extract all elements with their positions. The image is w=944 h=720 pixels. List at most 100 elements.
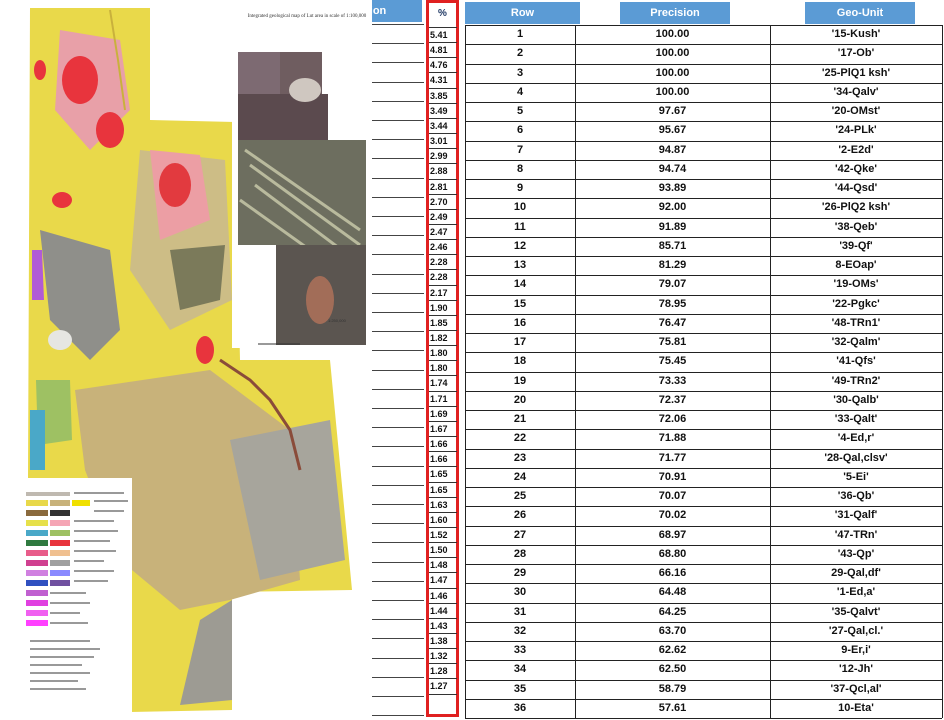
geo-unit-cell: '34-Qalv' bbox=[833, 85, 879, 98]
percent-column: % 5.41 4.81 4.76 4.31 3.85 3.49 3.44 3.01 2.99 2.… bbox=[426, 0, 459, 717]
precision-cell: 68.97 bbox=[658, 528, 687, 541]
row-number-cell: 36 bbox=[513, 701, 527, 714]
percent-cell: 2.46 bbox=[429, 239, 457, 255]
row-number-cell: 29 bbox=[513, 567, 527, 579]
precision-cell: 64.25 bbox=[658, 605, 687, 618]
cropped-row-line bbox=[372, 542, 424, 544]
geo-unit-cell: '19-OMs' bbox=[833, 278, 879, 291]
geological-map-panel: Integrated geological map of Lut area in… bbox=[0, 0, 372, 720]
table-grid-line bbox=[942, 25, 943, 718]
percent-cell: 1.66 bbox=[429, 436, 457, 452]
geo-unit-column-header: Geo-Unit bbox=[805, 2, 915, 24]
geo-unit-cell: '33-Qalt' bbox=[834, 413, 878, 425]
percent-cell-empty bbox=[429, 693, 457, 710]
cropped-row-line bbox=[372, 523, 424, 525]
geo-unit-cell: '28-Qal,clsv' bbox=[824, 451, 888, 464]
cropped-row-line bbox=[372, 312, 424, 313]
row-number-cell: 20 bbox=[513, 393, 527, 406]
geo-unit-cell: '17-Ob' bbox=[837, 47, 875, 60]
geo-unit-cell: '31-Qalf' bbox=[834, 509, 878, 522]
cropped-row-line bbox=[372, 600, 424, 601]
geo-unit-cell: '42-Qke' bbox=[835, 162, 877, 175]
percent-cell: 4.31 bbox=[429, 72, 457, 88]
row-number-cell: 3 bbox=[516, 66, 524, 79]
row-number-cell: 2 bbox=[516, 47, 524, 60]
geo-unit-cell: '5-Ei' bbox=[843, 470, 869, 483]
precision-cell: 72.37 bbox=[658, 393, 687, 406]
percent-cell: 1.47 bbox=[429, 572, 457, 588]
precision-cell: 78.95 bbox=[658, 297, 687, 310]
percent-cell: 1.48 bbox=[429, 557, 457, 573]
row-number-cell: 26 bbox=[513, 509, 527, 522]
percent-cell: 1.32 bbox=[429, 648, 457, 664]
geo-unit-cell: 8-EOap' bbox=[835, 259, 877, 271]
row-number-cell: 1 bbox=[516, 28, 524, 40]
cropped-row-line bbox=[372, 561, 424, 563]
precision-cell: 94.74 bbox=[658, 162, 687, 175]
cropped-row-line bbox=[372, 484, 424, 486]
precision-cell: 70.91 bbox=[658, 470, 687, 483]
geo-unit-cell: '39-Qf' bbox=[839, 239, 873, 252]
geo-unit-cell: '47-TRn' bbox=[834, 528, 878, 541]
geo-unit-cell: '30-Qalb' bbox=[833, 393, 879, 406]
precision-table: Row Precision Geo-Unit 1 100.00 '15-Kush' 2… bbox=[465, 0, 944, 720]
row-number-cell: 30 bbox=[513, 586, 527, 599]
row-number-cell: 31 bbox=[513, 605, 527, 618]
precision-cell: 100.00 bbox=[655, 85, 690, 98]
percent-cell: 1.67 bbox=[429, 420, 457, 437]
geo-unit-cell: '36-Qb' bbox=[837, 490, 875, 502]
cropped-row-line bbox=[372, 235, 424, 237]
cropped-row-line bbox=[372, 504, 424, 505]
percent-cell: 1.69 bbox=[429, 405, 457, 422]
row-number-cell: 7 bbox=[516, 143, 524, 156]
row-number-cell: 34 bbox=[513, 663, 527, 676]
percent-cell: 1.80 bbox=[429, 345, 457, 361]
precision-cell: 57.61 bbox=[658, 701, 687, 714]
precision-cell: 91.89 bbox=[658, 220, 687, 233]
precision-cell: 70.02 bbox=[658, 509, 687, 522]
row-number-cell: 10 bbox=[513, 201, 527, 214]
geo-unit-cell: 10-Eta' bbox=[838, 701, 874, 714]
geo-unit-cell: '48-TRn1' bbox=[831, 316, 881, 329]
percent-cell: 2.88 bbox=[429, 163, 457, 179]
percent-cell: 1.60 bbox=[429, 511, 457, 528]
percent-cell: 1.52 bbox=[429, 526, 457, 543]
percent-cell: 1.63 bbox=[429, 496, 457, 513]
map-title: Integrated geological map of Lut area in… bbox=[247, 14, 367, 19]
geo-unit-cell: '49-TRn2' bbox=[831, 374, 881, 387]
precision-cell: 93.89 bbox=[658, 182, 687, 194]
geo-unit-cell: '44-Qsd' bbox=[834, 182, 878, 194]
cropped-row-line bbox=[372, 638, 424, 640]
geo-unit-cell: '37-Qcl,al' bbox=[830, 682, 882, 695]
row-number-cell: 12 bbox=[513, 239, 527, 252]
row-number-cell: 5 bbox=[516, 105, 524, 117]
cropped-row-line bbox=[372, 580, 424, 582]
geological-map-image bbox=[20, 8, 370, 718]
percent-cell: 5.41 bbox=[429, 27, 457, 43]
percent-cell: 1.44 bbox=[429, 602, 457, 619]
percent-cell: 1.38 bbox=[429, 633, 457, 649]
geo-unit-cell: '24-PLk' bbox=[835, 124, 877, 137]
cropped-row-line bbox=[372, 100, 424, 102]
row-number-cell: 19 bbox=[513, 374, 527, 387]
precision-cell: 73.33 bbox=[658, 374, 687, 387]
precision-cell: 92.00 bbox=[658, 201, 687, 214]
cropped-row-line bbox=[372, 696, 424, 697]
cropped-row-line bbox=[372, 446, 424, 448]
geo-unit-cell: '38-Qeb' bbox=[834, 220, 878, 233]
percent-cell: 1.90 bbox=[429, 299, 457, 316]
cropped-row-line bbox=[372, 120, 424, 121]
precision-cell: 97.67 bbox=[658, 105, 687, 117]
percent-cell: 2.28 bbox=[429, 269, 457, 285]
percent-cell: 2.49 bbox=[429, 208, 457, 225]
cropped-row-line bbox=[372, 196, 424, 198]
percent-cell: 1.71 bbox=[429, 390, 457, 407]
precision-cell: 58.79 bbox=[658, 682, 687, 695]
row-number-cell: 4 bbox=[516, 85, 524, 98]
table-grid-line bbox=[465, 718, 942, 719]
row-number-cell: 15 bbox=[513, 297, 527, 310]
geo-unit-cell: '15-Kush' bbox=[831, 28, 881, 40]
row-number-cell: 11 bbox=[514, 220, 526, 233]
precision-cell: 64.48 bbox=[658, 586, 687, 599]
precision-cell: 79.07 bbox=[658, 278, 687, 291]
